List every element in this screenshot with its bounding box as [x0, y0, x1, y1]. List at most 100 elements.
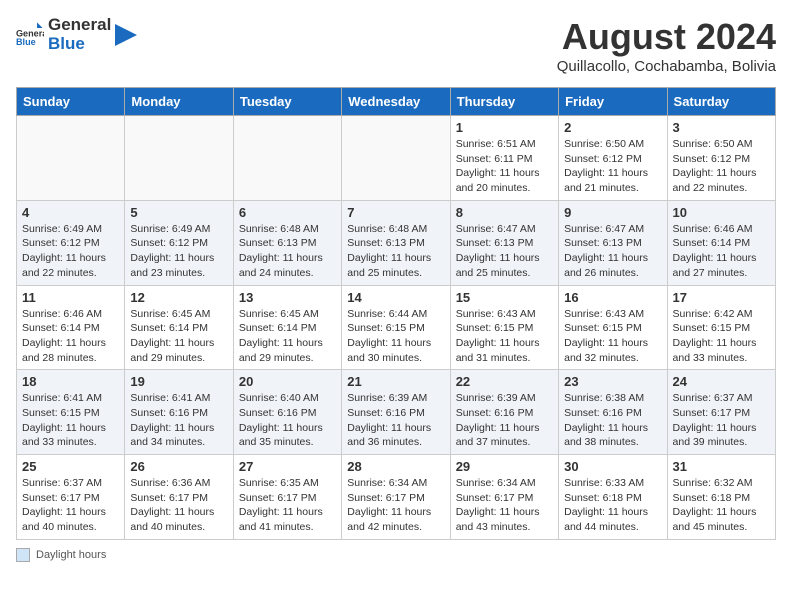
day-info: Sunrise: 6:39 AM Sunset: 6:16 PM Dayligh… [347, 391, 444, 450]
day-info: Sunrise: 6:45 AM Sunset: 6:14 PM Dayligh… [130, 307, 227, 366]
week-row-0: 1 Sunrise: 6:51 AM Sunset: 6:11 PM Daylig… [17, 116, 776, 201]
calendar-cell-2-6: 17 Sunrise: 6:42 AM Sunset: 6:15 PM Dayli… [667, 285, 775, 370]
calendar-cell-3-2: 20 Sunrise: 6:40 AM Sunset: 6:16 PM Dayli… [233, 370, 341, 455]
calendar-cell-3-5: 23 Sunrise: 6:38 AM Sunset: 6:16 PM Dayli… [559, 370, 667, 455]
day-info: Sunrise: 6:51 AM Sunset: 6:11 PM Dayligh… [456, 137, 553, 196]
page-header: General Blue General Blue August 2024 Qu… [16, 16, 776, 75]
day-number: 24 [673, 374, 770, 389]
day-number: 27 [239, 459, 336, 474]
day-number: 11 [22, 290, 119, 305]
day-number: 8 [456, 205, 553, 220]
day-info: Sunrise: 6:50 AM Sunset: 6:12 PM Dayligh… [673, 137, 770, 196]
day-number: 19 [130, 374, 227, 389]
calendar-cell-3-4: 22Sunrise: 6:39 AM Sunset: 6:16 PM Dayli… [450, 370, 558, 455]
calendar-body: 1 Sunrise: 6:51 AM Sunset: 6:11 PM Daylig… [17, 116, 776, 540]
day-number: 21 [347, 374, 444, 389]
day-number: 23 [564, 374, 661, 389]
day-number: 14 [347, 290, 444, 305]
calendar-cell-4-2: 27 Sunrise: 6:35 AM Sunset: 6:17 PM Dayli… [233, 455, 341, 540]
header-day-sunday: Sunday [17, 88, 125, 116]
day-number: 5 [130, 205, 227, 220]
day-info: Sunrise: 6:43 AM Sunset: 6:15 PM Dayligh… [564, 307, 661, 366]
calendar-cell-2-5: 16 Sunrise: 6:43 AM Sunset: 6:15 PM Dayli… [559, 285, 667, 370]
day-number: 3 [673, 120, 770, 135]
calendar-cell-1-6: 10 Sunrise: 6:46 AM Sunset: 6:14 PM Dayli… [667, 200, 775, 285]
header-day-wednesday: Wednesday [342, 88, 450, 116]
day-number: 7 [347, 205, 444, 220]
calendar-cell-2-1: 12Sunrise: 6:45 AM Sunset: 6:14 PM Dayli… [125, 285, 233, 370]
calendar-cell-1-4: 8 Sunrise: 6:47 AM Sunset: 6:13 PM Daylig… [450, 200, 558, 285]
day-number: 15 [456, 290, 553, 305]
logo-icon: General Blue [16, 21, 44, 49]
day-info: Sunrise: 6:47 AM Sunset: 6:13 PM Dayligh… [564, 222, 661, 281]
calendar-cell-3-3: 21 Sunrise: 6:39 AM Sunset: 6:16 PM Dayli… [342, 370, 450, 455]
day-number: 6 [239, 205, 336, 220]
logo-arrow-icon [115, 24, 137, 46]
day-number: 1 [456, 120, 553, 135]
header-day-tuesday: Tuesday [233, 88, 341, 116]
week-row-2: 11Sunrise: 6:46 AM Sunset: 6:14 PM Dayli… [17, 285, 776, 370]
calendar-cell-4-6: 31Sunrise: 6:32 AM Sunset: 6:18 PM Dayli… [667, 455, 775, 540]
day-number: 9 [564, 205, 661, 220]
calendar-table: SundayMondayTuesdayWednesdayThursdayFrid… [16, 87, 776, 540]
day-info: Sunrise: 6:49 AM Sunset: 6:12 PM Dayligh… [130, 222, 227, 281]
calendar-cell-4-1: 26 Sunrise: 6:36 AM Sunset: 6:17 PM Dayli… [125, 455, 233, 540]
daylight-box-icon [16, 548, 30, 562]
header-day-saturday: Saturday [667, 88, 775, 116]
day-info: Sunrise: 6:37 AM Sunset: 6:17 PM Dayligh… [673, 391, 770, 450]
day-number: 16 [564, 290, 661, 305]
day-info: Sunrise: 6:40 AM Sunset: 6:16 PM Dayligh… [239, 391, 336, 450]
logo-general-text: General [48, 16, 111, 35]
daylight-label: Daylight hours [36, 549, 106, 561]
calendar-cell-3-1: 19Sunrise: 6:41 AM Sunset: 6:16 PM Dayli… [125, 370, 233, 455]
day-number: 26 [130, 459, 227, 474]
calendar-cell-2-2: 13Sunrise: 6:45 AM Sunset: 6:14 PM Dayli… [233, 285, 341, 370]
logo: General Blue General Blue [16, 16, 137, 53]
calendar-cell-0-5: 2Sunrise: 6:50 AM Sunset: 6:12 PM Daylig… [559, 116, 667, 201]
day-info: Sunrise: 6:41 AM Sunset: 6:15 PM Dayligh… [22, 391, 119, 450]
day-info: Sunrise: 6:45 AM Sunset: 6:14 PM Dayligh… [239, 307, 336, 366]
day-info: Sunrise: 6:42 AM Sunset: 6:15 PM Dayligh… [673, 307, 770, 366]
title-block: August 2024 Quillacollo, Cochabamba, Bol… [557, 16, 776, 75]
day-info: Sunrise: 6:48 AM Sunset: 6:13 PM Dayligh… [239, 222, 336, 281]
month-title: August 2024 [557, 16, 776, 58]
calendar-cell-2-0: 11Sunrise: 6:46 AM Sunset: 6:14 PM Dayli… [17, 285, 125, 370]
calendar-cell-2-3: 14 Sunrise: 6:44 AM Sunset: 6:15 PM Dayli… [342, 285, 450, 370]
header-day-monday: Monday [125, 88, 233, 116]
day-info: Sunrise: 6:34 AM Sunset: 6:17 PM Dayligh… [347, 476, 444, 535]
calendar-cell-1-2: 6 Sunrise: 6:48 AM Sunset: 6:13 PM Daylig… [233, 200, 341, 285]
day-info: Sunrise: 6:46 AM Sunset: 6:14 PM Dayligh… [673, 222, 770, 281]
svg-text:Blue: Blue [16, 36, 36, 46]
week-row-4: 25 Sunrise: 6:37 AM Sunset: 6:17 PM Dayli… [17, 455, 776, 540]
logo-blue-text: Blue [48, 35, 111, 54]
day-number: 25 [22, 459, 119, 474]
calendar-cell-0-3 [342, 116, 450, 201]
calendar-header: SundayMondayTuesdayWednesdayThursdayFrid… [17, 88, 776, 116]
header-day-friday: Friday [559, 88, 667, 116]
day-info: Sunrise: 6:38 AM Sunset: 6:16 PM Dayligh… [564, 391, 661, 450]
day-info: Sunrise: 6:39 AM Sunset: 6:16 PM Dayligh… [456, 391, 553, 450]
calendar-cell-1-5: 9 Sunrise: 6:47 AM Sunset: 6:13 PM Daylig… [559, 200, 667, 285]
day-info: Sunrise: 6:32 AM Sunset: 6:18 PM Dayligh… [673, 476, 770, 535]
day-number: 20 [239, 374, 336, 389]
header-row: SundayMondayTuesdayWednesdayThursdayFrid… [17, 88, 776, 116]
calendar-cell-4-0: 25 Sunrise: 6:37 AM Sunset: 6:17 PM Dayli… [17, 455, 125, 540]
day-info: Sunrise: 6:37 AM Sunset: 6:17 PM Dayligh… [22, 476, 119, 535]
header-day-thursday: Thursday [450, 88, 558, 116]
day-number: 10 [673, 205, 770, 220]
location-subtitle: Quillacollo, Cochabamba, Bolivia [557, 58, 776, 75]
day-number: 28 [347, 459, 444, 474]
day-number: 30 [564, 459, 661, 474]
calendar-cell-0-0 [17, 116, 125, 201]
day-info: Sunrise: 6:36 AM Sunset: 6:17 PM Dayligh… [130, 476, 227, 535]
calendar-cell-4-5: 30Sunrise: 6:33 AM Sunset: 6:18 PM Dayli… [559, 455, 667, 540]
calendar-cell-3-0: 18Sunrise: 6:41 AM Sunset: 6:15 PM Dayli… [17, 370, 125, 455]
day-info: Sunrise: 6:35 AM Sunset: 6:17 PM Dayligh… [239, 476, 336, 535]
calendar-cell-4-3: 28 Sunrise: 6:34 AM Sunset: 6:17 PM Dayli… [342, 455, 450, 540]
day-number: 17 [673, 290, 770, 305]
calendar-cell-1-3: 7Sunrise: 6:48 AM Sunset: 6:13 PM Daylig… [342, 200, 450, 285]
day-info: Sunrise: 6:34 AM Sunset: 6:17 PM Dayligh… [456, 476, 553, 535]
calendar-cell-2-4: 15Sunrise: 6:43 AM Sunset: 6:15 PM Dayli… [450, 285, 558, 370]
day-info: Sunrise: 6:47 AM Sunset: 6:13 PM Dayligh… [456, 222, 553, 281]
day-info: Sunrise: 6:44 AM Sunset: 6:15 PM Dayligh… [347, 307, 444, 366]
